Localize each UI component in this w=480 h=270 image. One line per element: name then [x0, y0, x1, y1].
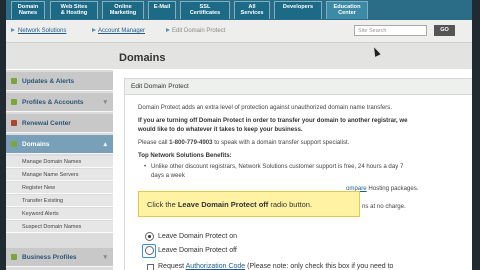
tab-ssl-certificates[interactable]: SSL Certificates: [180, 1, 230, 19]
support-phone: 1-800-779-4903: [169, 139, 213, 146]
breadcrumb-arrow-icon: [92, 28, 96, 32]
sidebar-item-suspect-domain-names[interactable]: Suspect Domain Names: [6, 221, 113, 233]
breadcrumb-account-manager[interactable]: Account Manager: [98, 28, 145, 34]
sidebar-item-register-new[interactable]: Register New: [6, 182, 113, 194]
chevron-down-icon: ▾: [103, 254, 107, 261]
breadcrumb: Network Solutions Account Manager Edit D…: [6, 20, 472, 43]
leave-protect-on-radio[interactable]: [145, 232, 154, 241]
sidebar-item-manage-domain-names[interactable]: Manage Domain Names: [6, 156, 113, 168]
section-bullet-icon: [11, 99, 17, 105]
sidebar-section-updates-alerts[interactable]: Updates & Alerts: [6, 72, 113, 91]
section-bullet-icon: [11, 78, 17, 84]
sidebar: Updates & Alerts Profiles & Accounts ▾ R…: [6, 70, 113, 270]
benefits-heading: Top Network Solutions Benefits:: [138, 152, 232, 159]
intro-text: Domain Protect adds an extra level of pr…: [138, 104, 393, 111]
page-title: Domains: [119, 52, 166, 64]
chevron-up-icon: ▴: [103, 141, 107, 148]
sidebar-section-renewal-center[interactable]: Renewal Center: [6, 114, 113, 133]
sidebar-item-keyword-alerts[interactable]: Keyword Alerts: [6, 208, 113, 220]
section-bullet-icon: [11, 120, 17, 126]
request-auth-code-label: Request Authorization Code (Please note:…: [158, 263, 394, 270]
chevron-down-icon: ▾: [103, 99, 107, 106]
search-go-button[interactable]: GO: [434, 25, 455, 36]
leave-protect-off-label: Leave Domain Protect off: [158, 247, 237, 254]
section-bullet-icon: [11, 254, 17, 260]
tab-all-services[interactable]: All Services: [234, 1, 270, 19]
section-bullet-icon: [11, 141, 17, 147]
sidebar-section-business-profiles[interactable]: Business Profiles ▾: [6, 248, 113, 267]
transfer-warning-line-1: If you are turning off Domain Protect in…: [138, 117, 408, 124]
benefit-bullet-icon: •: [144, 163, 147, 170]
transfer-warning-line-2: would like to do whatever it takes to ke…: [138, 126, 303, 133]
site-search-input[interactable]: Site Search: [354, 25, 427, 36]
instruction-callout: Click the Leave Domain Protect off radio…: [138, 191, 360, 217]
leave-protect-off-radio[interactable]: [145, 246, 154, 255]
tab-developers[interactable]: Developers: [274, 1, 322, 19]
page-header: Domains: [6, 43, 472, 69]
sidebar-section-domains[interactable]: Domains ▴: [6, 135, 113, 154]
leave-protect-on-label: Leave Domain Protect on: [158, 233, 237, 240]
breadcrumb-current-page: Edit Domain Protect: [172, 28, 226, 34]
benefit-1-line-2: days a week: [151, 172, 185, 179]
breadcrumb-arrow-icon: [166, 28, 170, 32]
breadcrumb-arrow-icon: [11, 28, 15, 32]
request-auth-code-checkbox[interactable]: [147, 264, 154, 270]
benefit-1-line-1: Unlike other discount registrars, Networ…: [151, 163, 404, 170]
breadcrumb-network-solutions[interactable]: Network Solutions: [18, 28, 66, 34]
tab-education-center[interactable]: Education Center: [326, 1, 368, 19]
tab-online-marketing[interactable]: Online Marketing: [102, 1, 144, 19]
authorization-code-link[interactable]: Authorization Code: [186, 263, 246, 270]
call-support-text: Please call 1-800-779-4903 to speak with…: [138, 139, 350, 146]
tab-domain-names[interactable]: Domain Names: [11, 1, 45, 19]
panel-title: Edit Domain Protect: [125, 79, 472, 95]
browser-page: Domain Names Web Sites & Hosting Online Mar…: [6, 0, 472, 270]
top-navigation: Domain Names Web Sites & Hosting Online Mar…: [6, 0, 472, 20]
sidebar-item-transfer-existing[interactable]: Transfer Existing: [6, 195, 113, 207]
benefit-3-text: ns at no charge.: [362, 203, 406, 210]
tab-email[interactable]: E-Mail: [148, 1, 176, 19]
sidebar-item-manage-name-servers[interactable]: Manage Name Servers: [6, 169, 113, 181]
tab-web-sites-hosting[interactable]: Web Sites & Hosting: [50, 1, 98, 19]
sidebar-section-profiles-accounts[interactable]: Profiles & Accounts ▾: [6, 93, 113, 112]
